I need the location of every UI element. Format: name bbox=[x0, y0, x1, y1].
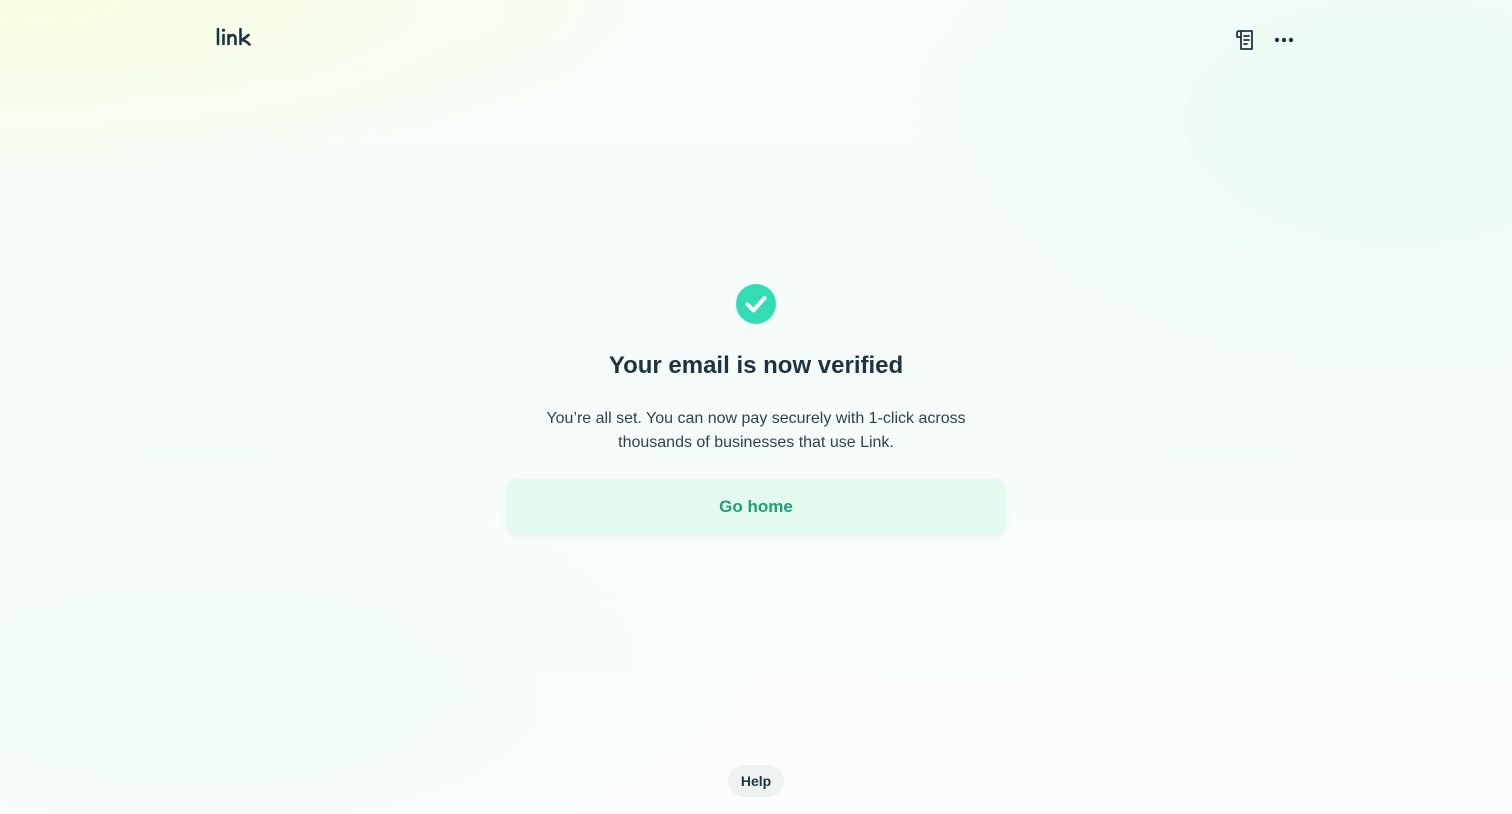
check-circle-icon bbox=[736, 284, 776, 324]
go-home-button[interactable]: Go home bbox=[506, 479, 1006, 535]
link-logo[interactable] bbox=[215, 24, 253, 50]
header-actions bbox=[1232, 28, 1296, 52]
receipt-icon[interactable] bbox=[1232, 28, 1256, 52]
help-button[interactable]: Help bbox=[728, 765, 784, 797]
link-logo-mark bbox=[216, 27, 251, 46]
page-title: Your email is now verified bbox=[608, 352, 904, 379]
verification-description: You’re all set. You can now pay securely… bbox=[546, 410, 966, 451]
more-horizontal-icon[interactable] bbox=[1272, 28, 1296, 52]
verification-panel: Your email is now verified You’re all se… bbox=[506, 284, 1006, 535]
